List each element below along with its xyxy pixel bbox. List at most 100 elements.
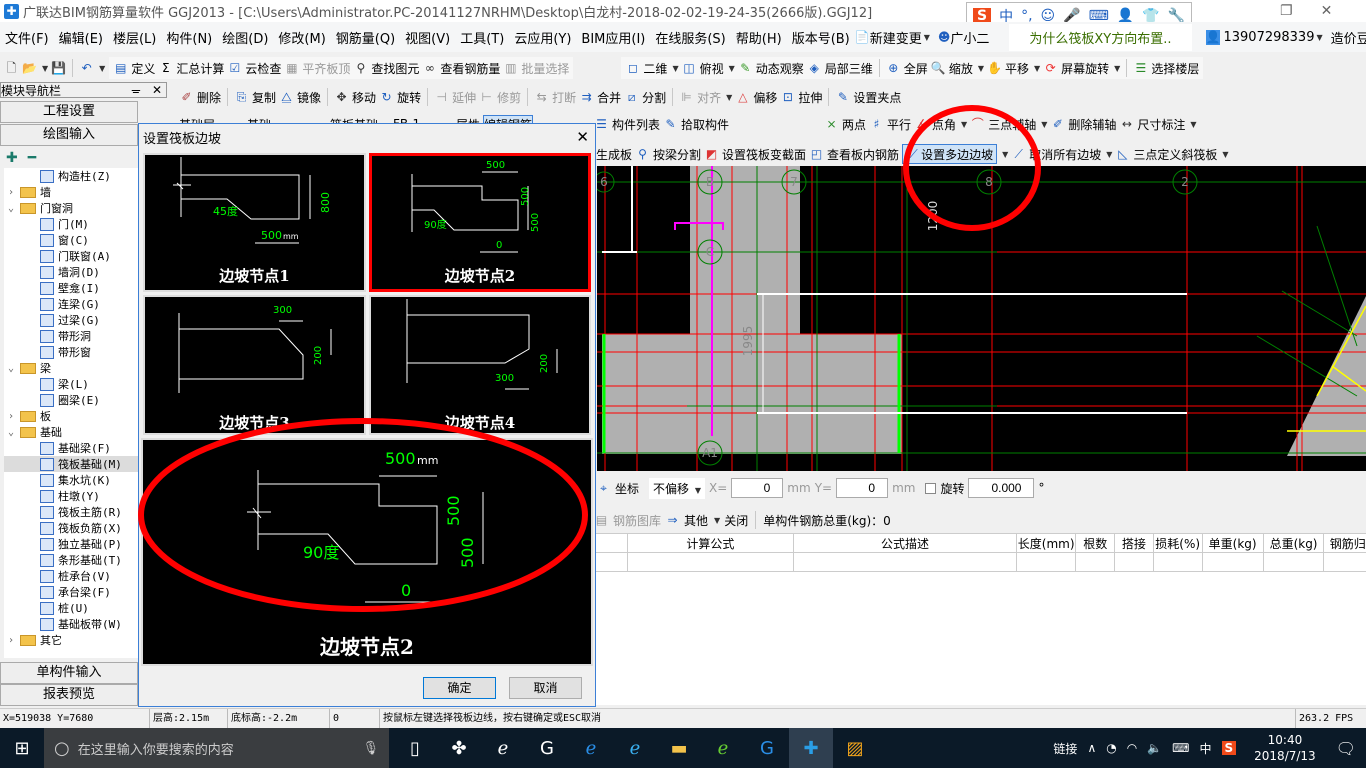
top-view-button[interactable]: 俯视 (700, 60, 724, 77)
clock[interactable]: 10:40 2018/7/13 (1254, 732, 1316, 764)
tree-item[interactable]: 门(M) (4, 216, 138, 232)
column-header[interactable]: 长度(mm) (1015, 533, 1077, 553)
tree-item[interactable]: 柱墩(Y) (4, 488, 138, 504)
tree-item[interactable]: 构造柱(Z) (4, 168, 138, 184)
trim-button[interactable]: 修剪 (497, 89, 521, 106)
save-icon[interactable]: 💾 (51, 61, 66, 76)
tree-item[interactable]: 带形洞 (4, 328, 138, 344)
chevron-right-icon[interactable]: › (8, 411, 20, 422)
question-link[interactable]: 为什么筏板XY方向布置.. (1009, 23, 1192, 51)
variable-section-button[interactable]: 设置筏板变截面 (722, 146, 806, 163)
component-list-button[interactable]: 构件列表 (612, 116, 660, 133)
rotate-button[interactable]: 旋转 (397, 89, 421, 106)
sum-button[interactable]: 汇总计算 (176, 60, 224, 77)
search-box[interactable]: ○ 在这里输入你要搜索的内容 🎙 (44, 728, 389, 768)
edge-icon[interactable]: ℯ (569, 728, 613, 768)
menu-edit[interactable]: 编辑(E) (54, 28, 108, 47)
new-change-button[interactable]: 新建变更 (870, 28, 922, 47)
tree-item[interactable]: 桩(U) (4, 600, 138, 616)
tree-item[interactable]: 基础梁(F) (4, 440, 138, 456)
app-fan-icon[interactable]: ✤ (437, 728, 481, 768)
tree-item[interactable]: 梁(L) (4, 376, 138, 392)
tree-item[interactable]: 墙洞(D) (4, 264, 138, 280)
menu-component[interactable]: 构件(N) (161, 28, 217, 47)
tree-item[interactable]: ⌄ 梁 (4, 360, 138, 376)
slope-node-1[interactable]: 45度 500 800 mm 边坡节点1 (143, 153, 366, 292)
cloud-check-button[interactable]: 云检查 (245, 60, 281, 77)
mirror-button[interactable]: 镜像 (297, 89, 321, 106)
three-point-axis-button[interactable]: 三点辅轴 (988, 116, 1036, 133)
split-button[interactable]: 分割 (642, 89, 666, 106)
tree-item[interactable]: 基础板带(W) (4, 616, 138, 632)
pin-icon[interactable]: ᚚ (132, 83, 140, 97)
notes-app-icon[interactable]: ▨ (833, 728, 877, 768)
ime-indicator[interactable]: 中 (1199, 740, 1211, 757)
open-folder-icon[interactable]: 📂 (22, 61, 37, 76)
menu-modify[interactable]: 修改(M) (273, 28, 330, 47)
delete-button[interactable]: 删除 (197, 89, 221, 106)
tree-item[interactable]: 桩承台(V) (4, 568, 138, 584)
assistant-button[interactable]: 广小二 (950, 28, 989, 47)
chevron-right-icon[interactable]: › (8, 187, 20, 198)
rebar-library-button[interactable]: 钢筋图库 (613, 512, 661, 529)
slope-node-2[interactable]: 500 90度 500 500 0 边坡节点2 (369, 153, 591, 292)
ie-icon[interactable]: ℯ (613, 728, 657, 768)
dialog-close-icon[interactable]: ✕ (576, 128, 589, 146)
define-button[interactable]: 定义 (131, 60, 155, 77)
restore-button[interactable]: ❐ (1280, 3, 1293, 19)
menu-version[interactable]: 版本号(B) (787, 28, 855, 47)
account-button[interactable]: 13907298339 (1223, 30, 1314, 45)
tree-item[interactable]: 筏板负筋(X) (4, 520, 138, 536)
break-button[interactable]: 打断 (552, 89, 576, 106)
extend-button[interactable]: 延伸 (452, 89, 476, 106)
menu-floor[interactable]: 楼层(L) (108, 28, 161, 47)
windows-start-icon[interactable]: ⊞ (0, 728, 44, 768)
find-button[interactable]: 查找图元 (371, 60, 419, 77)
expand-all-icon[interactable]: ✚ (6, 150, 18, 166)
new-file-icon[interactable]: 🗋 (4, 61, 19, 76)
tree-item[interactable]: 带形窗 (4, 344, 138, 360)
explorer-icon[interactable]: ▬ (657, 728, 701, 768)
column-header[interactable]: 计算公式 (626, 533, 795, 553)
single-input-button[interactable]: 单构件输入 (0, 662, 138, 684)
dimension-button[interactable]: 尺寸标注 (1137, 116, 1185, 133)
pick-component-button[interactable]: 拾取构件 (681, 116, 729, 133)
multi-slope-button[interactable]: ⟋ 设置多边边坡 (902, 144, 998, 164)
split-by-beam-button[interactable]: 按梁分割 (653, 146, 701, 163)
three-point-slope-button[interactable]: 三点定义斜筏板 (1133, 146, 1217, 163)
volume-icon[interactable]: 🔈 (1147, 741, 1162, 755)
x-input[interactable] (731, 478, 784, 498)
view2d-dropdown[interactable]: 二维 (643, 60, 667, 77)
tree-item[interactable]: › 板 (4, 408, 138, 424)
align-top-button[interactable]: 平齐板顶 (302, 60, 350, 77)
tree-item[interactable]: 独立基础(P) (4, 536, 138, 552)
column-header[interactable]: 单重(kg) (1201, 533, 1264, 553)
tree-item[interactable]: 壁龛(I) (4, 280, 138, 296)
tree-item[interactable]: ⌄ 门窗洞 (4, 200, 138, 216)
menu-draw[interactable]: 绘图(D) (217, 28, 273, 47)
stretch-button[interactable]: 拉伸 (798, 89, 822, 106)
notification-icon[interactable]: 🗨 (1336, 739, 1356, 758)
select-floor-button[interactable]: 选择楼层 (1151, 60, 1199, 77)
tree-item[interactable]: ⌄ 基础 (4, 424, 138, 440)
point-angle-button[interactable]: 点角 (932, 116, 956, 133)
link-toolbar[interactable]: 链接 (1053, 740, 1077, 757)
wifi-icon[interactable]: ◠ (1127, 741, 1137, 755)
generate-slab-button[interactable]: 生成板 (596, 146, 632, 163)
two-point-button[interactable]: 两点 (842, 116, 866, 133)
tree-item[interactable]: › 墙 (4, 184, 138, 200)
collapse-all-icon[interactable]: ━ (28, 150, 36, 166)
tree-item[interactable]: 筏板主筋(R) (4, 504, 138, 520)
grip-button[interactable]: 设置夹点 (853, 89, 901, 106)
fullscreen-button[interactable]: 全屏 (904, 60, 928, 77)
column-header[interactable]: 损耗(%) (1152, 533, 1203, 553)
menu-bim[interactable]: BIM应用(I) (576, 28, 650, 47)
cancel-button[interactable]: 取消 (509, 677, 582, 699)
column-header[interactable]: 公式描述 (793, 533, 1017, 553)
tree-item[interactable]: › 其它 (4, 632, 138, 648)
browser-e-icon[interactable]: ℯ (481, 728, 525, 768)
mic-icon[interactable]: 🎙 (362, 741, 379, 756)
slope-node-4[interactable]: 300 200 边坡节点4 (369, 295, 591, 435)
tree-item[interactable]: 窗(C) (4, 232, 138, 248)
close-window-button[interactable]: ✕ (1321, 3, 1333, 19)
